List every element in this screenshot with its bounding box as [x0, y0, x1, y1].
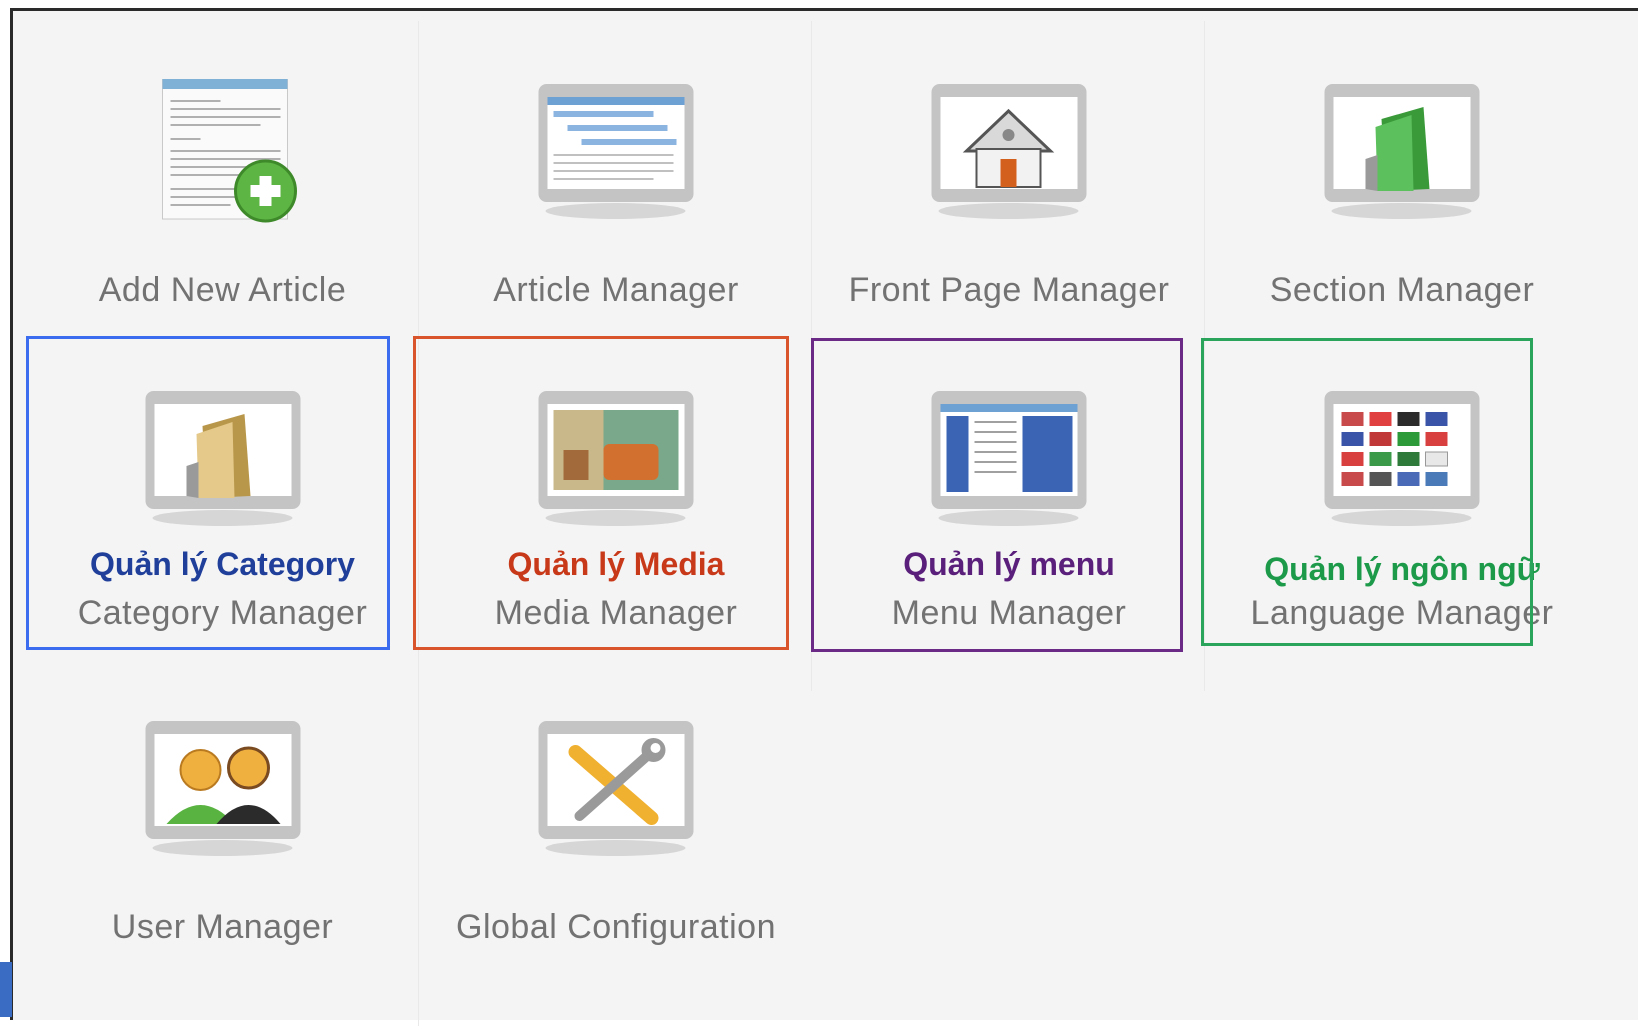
user-manager-label: User Manager [111, 908, 334, 946]
global-configuration-label: Global Configuration [456, 908, 776, 946]
section-manager-button[interactable]: Section Manager [1204, 21, 1599, 356]
front-page-manager-button[interactable]: Front Page Manager [811, 21, 1206, 356]
global-configuration-button[interactable]: Global Configuration [418, 691, 813, 1026]
add-new-article-label: Add New Article [98, 271, 347, 309]
tools-icon [534, 716, 699, 861]
article-manager-icon [534, 79, 699, 224]
category-highlight-box [26, 336, 390, 650]
add-article-icon [140, 78, 305, 224]
article-manager-label: Article Manager [493, 271, 739, 309]
home-icon [927, 79, 1092, 224]
article-manager-button[interactable]: Article Manager [418, 21, 813, 356]
users-icon [140, 716, 305, 861]
user-manager-button[interactable]: User Manager [25, 691, 420, 1026]
media-highlight-box [413, 336, 789, 650]
front-page-manager-label: Front Page Manager [848, 271, 1170, 309]
corner-accent [0, 962, 12, 1017]
language-highlight-box [1201, 338, 1533, 646]
add-new-article-button[interactable]: Add New Article [25, 21, 420, 356]
section-manager-label: Section Manager [1269, 271, 1535, 309]
section-folder-icon [1320, 79, 1485, 224]
menu-highlight-box [811, 338, 1183, 652]
